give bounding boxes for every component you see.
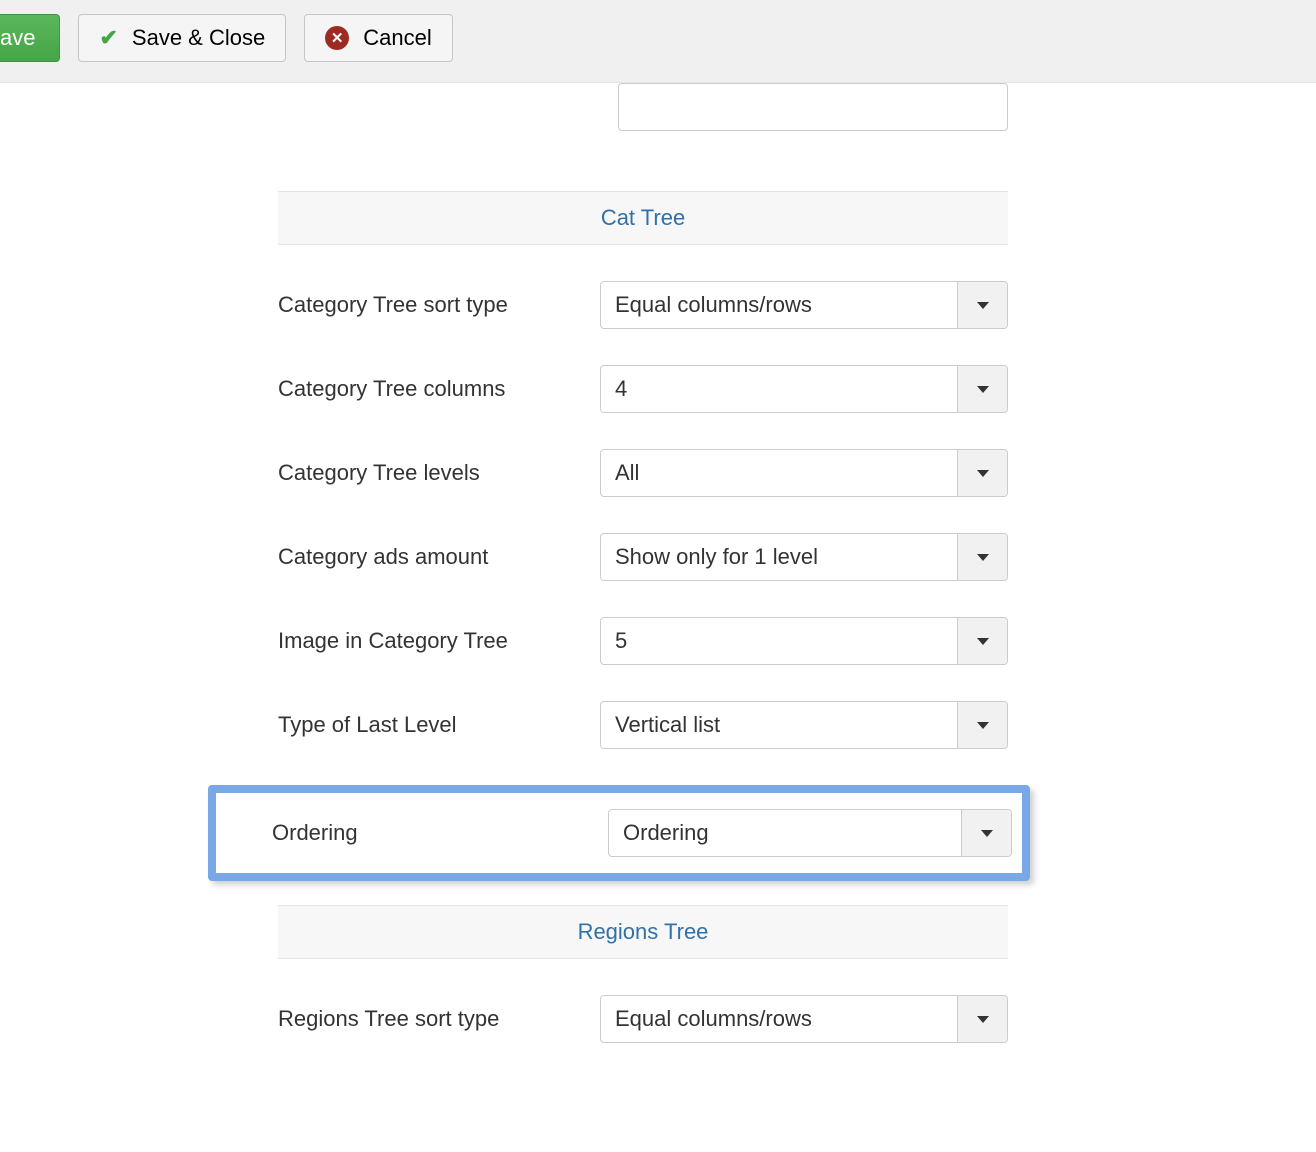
row-cat-ads-amount: Category ads amount Show only for 1 leve… (278, 533, 1008, 581)
chevron-down-icon (961, 810, 1011, 856)
toolbar: ave ✔ Save & Close ✕ Cancel (0, 0, 1316, 83)
row-cat-last-level: Type of Last Level Vertical list (278, 701, 1008, 749)
field-label: Regions Tree sort type (278, 1006, 600, 1032)
form-area: Cat Tree Category Tree sort type Equal c… (0, 83, 1316, 1043)
chevron-down-icon (957, 996, 1007, 1042)
field-label: Category Tree levels (278, 460, 600, 486)
field-label: Ordering (272, 820, 608, 846)
chevron-down-icon (957, 282, 1007, 328)
chevron-down-icon (957, 450, 1007, 496)
select-value: Show only for 1 level (601, 534, 957, 580)
cancel-button[interactable]: ✕ Cancel (304, 14, 452, 62)
select-value: Equal columns/rows (601, 282, 957, 328)
select-cat-sort-type[interactable]: Equal columns/rows (600, 281, 1008, 329)
select-value: Ordering (609, 810, 961, 856)
select-regions-sort-type[interactable]: Equal columns/rows (600, 995, 1008, 1043)
section-title: Regions Tree (578, 919, 709, 944)
save-close-label: Save & Close (132, 25, 265, 51)
check-icon: ✔ (99, 25, 117, 51)
select-value: Equal columns/rows (601, 996, 957, 1042)
row-cat-levels: Category Tree levels All (278, 449, 1008, 497)
row-cat-image-in: Image in Category Tree 5 (278, 617, 1008, 665)
save-button[interactable]: ave (0, 14, 60, 62)
chevron-down-icon (957, 534, 1007, 580)
save-button-label: ave (0, 25, 39, 51)
section-header-regions-tree: Regions Tree (278, 905, 1008, 959)
chevron-down-icon (957, 618, 1007, 664)
chevron-down-icon (957, 366, 1007, 412)
orphan-text-input[interactable] (618, 83, 1008, 131)
select-value: 5 (601, 618, 957, 664)
select-cat-image-in[interactable]: 5 (600, 617, 1008, 665)
close-icon: ✕ (325, 26, 349, 50)
highlighted-ordering-row: Ordering Ordering (208, 785, 1030, 881)
row-cat-columns: Category Tree columns 4 (278, 365, 1008, 413)
field-label: Category Tree sort type (278, 292, 600, 318)
select-cat-ordering[interactable]: Ordering (608, 809, 1012, 857)
select-value: Vertical list (601, 702, 957, 748)
chevron-down-icon (957, 702, 1007, 748)
field-label: Category ads amount (278, 544, 600, 570)
row-regions-sort-type: Regions Tree sort type Equal columns/row… (278, 995, 1008, 1043)
field-label: Image in Category Tree (278, 628, 600, 654)
select-cat-levels[interactable]: All (600, 449, 1008, 497)
save-close-button[interactable]: ✔ Save & Close (78, 14, 286, 62)
select-cat-columns[interactable]: 4 (600, 365, 1008, 413)
section-header-cat-tree: Cat Tree (278, 191, 1008, 245)
section-title: Cat Tree (601, 205, 685, 230)
select-value: All (601, 450, 957, 496)
field-label: Type of Last Level (278, 712, 600, 738)
cancel-label: Cancel (363, 25, 431, 51)
row-cat-ordering: Ordering Ordering (272, 809, 1012, 857)
orphan-input-row (278, 83, 1008, 131)
select-value: 4 (601, 366, 957, 412)
select-cat-ads-amount[interactable]: Show only for 1 level (600, 533, 1008, 581)
field-label: Category Tree columns (278, 376, 600, 402)
select-cat-last-level[interactable]: Vertical list (600, 701, 1008, 749)
row-cat-sort-type: Category Tree sort type Equal columns/ro… (278, 281, 1008, 329)
